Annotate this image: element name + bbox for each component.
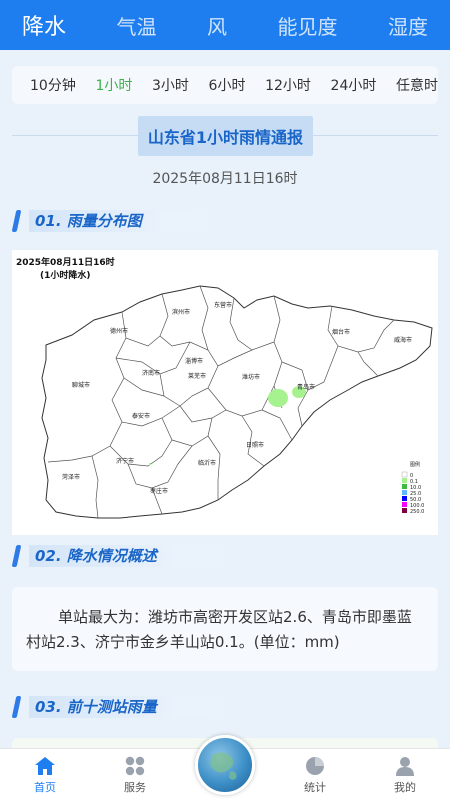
precipitation-summary: 单站最大为：潍坊市高密开发区站2.6、青岛市即墨蓝村站2.3、济宁市金乡羊山站0… [12, 587, 438, 671]
nav-profile[interactable]: 我的 [370, 749, 440, 800]
legend-swatch-4 [402, 496, 407, 501]
range-3h[interactable]: 3小时 [152, 75, 189, 95]
top-tab-bar: 降水 气温 风 能见度 湿度 [0, 0, 450, 50]
city-label-dongying: 东营市 [214, 301, 232, 309]
range-custom[interactable]: 任意时 [396, 75, 438, 95]
section-title: 02. 降水情况概述 [29, 545, 237, 567]
legend-swatch-6 [402, 508, 407, 513]
city-label-jining: 济宁市 [116, 457, 134, 465]
range-12h[interactable]: 12小时 [265, 75, 311, 95]
city-label-liaocheng: 聊城市 [72, 381, 90, 389]
tab-temperature[interactable]: 气温 [117, 11, 157, 40]
city-label-laiwu: 莱芜市 [188, 372, 206, 380]
range-1h[interactable]: 1小时 [95, 75, 132, 95]
city-label-weihai: 威海市 [394, 336, 412, 344]
city-label-taian: 泰安市 [132, 412, 150, 420]
range-24h[interactable]: 24小时 [331, 75, 377, 95]
globe-icon [210, 752, 237, 780]
rainfall-map[interactable]: 滨州市 东营市 德州市 淄博市 潍坊市 烟台市 威海市 聊城市 济南市 青岛市 … [12, 250, 438, 535]
tab-wind[interactable]: 风 [207, 11, 227, 40]
rain-dot-jining [149, 463, 151, 465]
city-label-zibo: 淄博市 [185, 357, 203, 365]
city-label-qingdao: 青岛市 [297, 383, 315, 391]
nav-statistics[interactable]: 统计 [280, 749, 350, 800]
city-label-rizhao: 日照市 [246, 441, 264, 449]
pie-chart-icon [306, 756, 324, 775]
map-time-label: 2025年08月11日16时 [16, 256, 115, 268]
legend-swatch-3 [402, 490, 407, 495]
city-label-jinan: 济南市 [142, 369, 160, 377]
nav-home[interactable]: 首页 [10, 749, 80, 800]
nav-home-label: 首页 [34, 780, 56, 794]
section-title: 01. 雨量分布图 [29, 210, 222, 232]
section-overview-header: 02. 降水情况概述 [11, 544, 374, 568]
city-label-zaozhuang: 枣庄市 [150, 487, 168, 495]
city-label-dezhou: 德州市 [110, 327, 128, 335]
globe-button[interactable] [195, 735, 255, 795]
section-marker [11, 210, 22, 232]
city-label-binzhou: 滨州市 [172, 308, 190, 316]
user-icon [396, 756, 414, 776]
report-time: 2025年08月11日16时 [152, 171, 298, 187]
nav-service[interactable]: 服务 [100, 749, 170, 800]
grid-icon [125, 756, 145, 775]
city-label-yantai: 烟台市 [332, 328, 350, 336]
nav-profile-label: 我的 [394, 780, 416, 794]
legend-label-6: 250.0 [410, 509, 424, 515]
tab-precipitation[interactable]: 降水 [22, 9, 66, 41]
home-icon [35, 756, 55, 775]
time-range-selector: 10分钟 1小时 3小时 6小时 12小时 24小时 任意时 [12, 66, 438, 104]
tab-visibility[interactable]: 能见度 [277, 11, 337, 40]
nav-statistics-label: 统计 [304, 780, 326, 794]
map-legend: 图例 0 0.1 10.0 25.0 50.0 100.0 250.0 [401, 461, 424, 515]
rain-patch-weifang [268, 389, 288, 407]
legend-swatch-5 [402, 502, 407, 507]
city-label-linyi: 临沂市 [198, 459, 216, 467]
tab-humidity[interactable]: 湿度 [388, 11, 428, 40]
legend-title: 图例 [410, 461, 420, 468]
map-type-label: (1小时降水) [40, 269, 91, 281]
section-rainfall-map-header: 01. 雨量分布图 [11, 209, 374, 233]
section-marker [11, 545, 22, 567]
section-title: 03. 前十测站雨量 [29, 696, 237, 718]
legend-swatch-1 [402, 478, 407, 483]
title-divider-right [313, 135, 438, 136]
section-marker [11, 696, 22, 718]
section-top10-header: 03. 前十测站雨量 [11, 695, 374, 719]
title-divider-left [12, 135, 138, 136]
province-boundary [41, 285, 433, 519]
legend-swatch-0 [401, 471, 408, 478]
shandong-map: 滨州市 东营市 德州市 淄博市 潍坊市 烟台市 威海市 聊城市 济南市 青岛市 … [16, 256, 433, 519]
range-10min[interactable]: 10分钟 [30, 75, 76, 95]
legend-swatch-2 [402, 484, 407, 489]
report-title: 山东省1小时雨情通报 [138, 116, 313, 156]
range-6h[interactable]: 6小时 [209, 75, 246, 95]
city-label-weifang: 潍坊市 [242, 373, 260, 381]
city-label-heze: 菏泽市 [62, 473, 80, 481]
nav-service-label: 服务 [124, 780, 146, 794]
